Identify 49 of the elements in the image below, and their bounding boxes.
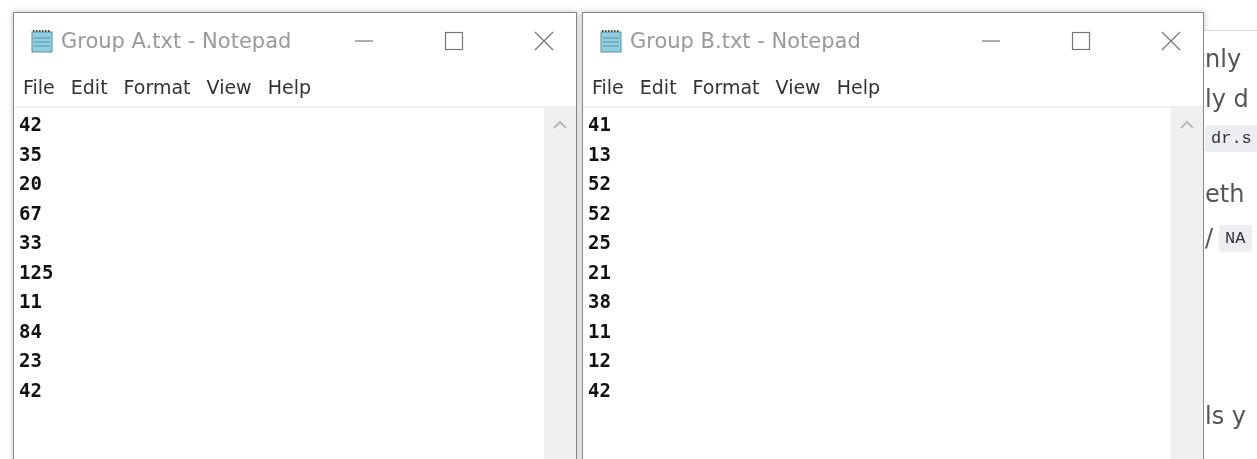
close-icon[interactable] bbox=[1161, 30, 1181, 51]
menu-item[interactable]: Format bbox=[692, 76, 760, 98]
text-line: 20 bbox=[19, 171, 42, 196]
text-line: 23 bbox=[19, 348, 42, 373]
page-text: / bbox=[1205, 223, 1214, 254]
scroll-up-icon[interactable] bbox=[553, 120, 567, 129]
menu-item[interactable]: Help bbox=[836, 76, 880, 98]
page-text: ly d bbox=[1205, 84, 1249, 115]
menu-item[interactable]: Edit bbox=[70, 76, 108, 98]
menu-item[interactable]: File bbox=[23, 76, 55, 98]
text-line: 42 bbox=[588, 377, 611, 403]
text-line: 84 bbox=[19, 318, 42, 344]
text-line: 38 bbox=[588, 289, 611, 314]
scrollbar[interactable] bbox=[1171, 108, 1203, 459]
window-title: Group A.txt - Notepad bbox=[61, 28, 292, 53]
text-line: 42 bbox=[19, 112, 42, 137]
menu-item[interactable]: Format bbox=[123, 76, 191, 98]
text-line: 52 bbox=[588, 200, 611, 226]
text-line: 42 bbox=[19, 377, 42, 403]
text-line: 35 bbox=[19, 141, 42, 167]
notepad-icon bbox=[29, 27, 55, 54]
text-line: 13 bbox=[588, 141, 611, 167]
text-line: 125 bbox=[19, 259, 54, 285]
page-text: eth bbox=[1205, 179, 1245, 210]
menu-item[interactable]: Help bbox=[267, 76, 311, 98]
text-line: 21 bbox=[588, 259, 611, 285]
text-line: 25 bbox=[588, 230, 611, 255]
page-text: nly bbox=[1205, 44, 1242, 75]
text-line: 41 bbox=[588, 112, 611, 137]
close-icon[interactable] bbox=[534, 30, 554, 51]
text-line: 52 bbox=[588, 171, 611, 196]
scroll-up-icon[interactable] bbox=[1180, 120, 1194, 129]
text-line: 11 bbox=[19, 289, 42, 314]
maximize-icon[interactable] bbox=[444, 30, 464, 51]
text-line: 67 bbox=[19, 200, 42, 226]
window-title: Group B.txt - Notepad bbox=[630, 28, 861, 53]
menu-item[interactable]: View bbox=[775, 76, 821, 98]
text-line: 12 bbox=[588, 348, 611, 373]
page-text: ls y bbox=[1205, 401, 1246, 432]
menu-item[interactable]: Edit bbox=[639, 76, 677, 98]
code-snippet: NA bbox=[1219, 224, 1252, 252]
scrollbar[interactable] bbox=[544, 108, 576, 459]
menu-item[interactable]: View bbox=[206, 76, 252, 98]
maximize-icon[interactable] bbox=[1071, 30, 1091, 51]
text-line: 33 bbox=[19, 230, 42, 255]
code-snippet: dr.s bbox=[1205, 125, 1257, 152]
text-line: 11 bbox=[588, 318, 611, 344]
notepad-icon bbox=[598, 27, 624, 54]
menu-item[interactable]: File bbox=[592, 76, 624, 98]
